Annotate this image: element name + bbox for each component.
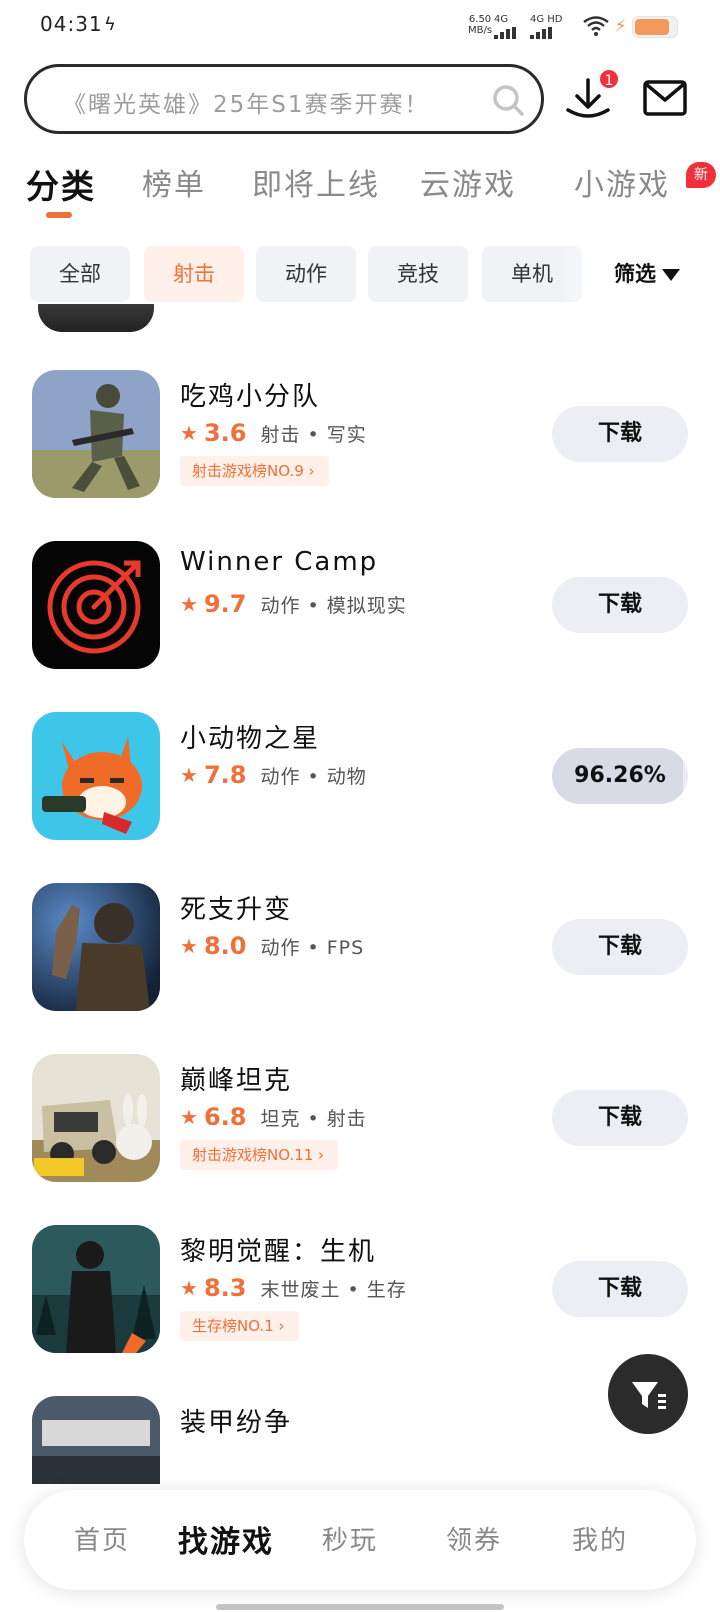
battery-icon (632, 16, 678, 38)
download-button[interactable]: 下载 (552, 1090, 688, 1146)
download-button[interactable]: 下载 (552, 1261, 688, 1317)
rating-row: ★ 3.6 射击 • 写实 (180, 416, 367, 450)
floating-filter-button[interactable] (608, 1354, 688, 1434)
download-button[interactable]: 下载 (552, 406, 688, 462)
nav-coupons[interactable]: 领券 (446, 1520, 502, 1557)
sim2-label: 4G HD (530, 14, 563, 25)
network-speed-unit: MB/s (468, 25, 493, 36)
rank-badge[interactable]: 射击游戏榜NO.9 › (180, 456, 329, 486)
game-score: 6.8 (203, 1103, 247, 1131)
star-icon: ★ (180, 421, 198, 445)
star-icon: ★ (180, 763, 198, 787)
star-icon: ★ (180, 934, 198, 958)
chip-shooter[interactable]: 射击 (144, 246, 244, 302)
star-icon: ★ (180, 1276, 198, 1300)
nav-find-games[interactable]: 找游戏 (178, 1517, 274, 1561)
search-bar[interactable]: 《曙光英雄》25年S1赛季开赛！ (24, 64, 544, 134)
nav-profile[interactable]: 我的 (572, 1520, 628, 1557)
new-badge: 新 (686, 162, 716, 188)
rating-row: ★ 8.0 动作 • FPS (180, 929, 364, 963)
tab-cloud-games[interactable]: 云游戏 (420, 160, 516, 204)
home-indicator (216, 1604, 504, 1610)
category-tabs: 分类 榜单 即将上线 云游戏 小游戏 (0, 160, 720, 220)
game-icon-partial (38, 304, 154, 332)
game-icon-soldier[interactable] (32, 883, 160, 1011)
rating-row: ★ 7.8 动作 • 动物 (180, 758, 367, 792)
game-tags: 坦克 • 射击 (260, 1107, 367, 1130)
nav-instant-play[interactable]: 秒玩 (322, 1520, 378, 1557)
game-tags: 动作 • 模拟现实 (260, 594, 407, 617)
game-item[interactable]: Winner Camp ★ 9.7 动作 • 模拟现实 下载 (0, 541, 720, 681)
chips-fade (560, 246, 620, 304)
game-score: 3.6 (203, 419, 247, 447)
game-tags: 动作 • 动物 (260, 765, 367, 788)
game-icon-target[interactable] (32, 541, 160, 669)
download-button[interactable]: 下载 (552, 577, 688, 633)
status-bar: 04:31 ϟ 6.50 MB/s 4G 4G HD ⚡ (0, 0, 720, 54)
game-icon-fox[interactable] (32, 712, 160, 840)
game-name: 小动物之星 (180, 724, 321, 754)
network-speed: 6.50 MB/s (468, 14, 492, 36)
game-score: 8.0 (203, 932, 247, 960)
game-tags: 动作 • FPS (260, 936, 365, 959)
search-placeholder[interactable]: 《曙光英雄》25年S1赛季开赛！ (63, 85, 430, 119)
filter-button[interactable]: 筛选 (614, 258, 680, 288)
game-score: 9.7 (203, 590, 247, 618)
game-icon-battle[interactable] (32, 370, 160, 498)
tab-ranking[interactable]: 榜单 (142, 160, 206, 204)
chip-all[interactable]: 全部 (30, 246, 130, 302)
star-icon: ★ (180, 592, 198, 616)
game-name: 吃鸡小分队 (180, 382, 321, 412)
filter-label: 筛选 (614, 262, 656, 286)
download-button[interactable]: 下载 (552, 919, 688, 975)
chip-action[interactable]: 动作 (256, 246, 356, 302)
network-speed-value: 6.50 (468, 14, 492, 25)
tab-mini-games[interactable]: 小游戏 (574, 160, 670, 204)
tab-category[interactable]: 分类 (26, 160, 96, 208)
mail-icon[interactable] (642, 78, 688, 118)
game-score: 7.8 (203, 761, 247, 789)
rating-row: ★ 8.3 末世废土 • 生存 (180, 1271, 407, 1305)
rating-row: ★ 9.7 动作 • 模拟现实 (180, 587, 407, 621)
chip-competitive[interactable]: 竞技 (368, 246, 468, 302)
charging-icon: ⚡ (615, 16, 627, 35)
game-item[interactable]: 黎明觉醒：生机 ★ 8.3 末世废土 • 生存 生存榜NO.1 › 下载 (0, 1225, 720, 1365)
rank-badge[interactable]: 生存榜NO.1 › (180, 1311, 299, 1341)
genre-chips: 全部 射击 动作 竞技 单机 筛选 (0, 246, 720, 304)
wifi-icon (583, 16, 609, 36)
game-list: 吃鸡小分队 ★ 3.6 射击 • 写实 射击游戏榜NO.9 › 下载 Winne… (0, 304, 720, 1484)
game-name: 死支升变 (180, 895, 293, 925)
funnel-icon (662, 269, 680, 281)
signal-icon-sim2: 4G HD (530, 14, 563, 39)
status-time: 04:31 (40, 12, 103, 36)
game-name: 巅峰坦克 (180, 1066, 293, 1096)
nav-home[interactable]: 首页 (74, 1520, 130, 1557)
lightning-icon: ϟ (104, 14, 116, 35)
game-icon-panzer[interactable] (32, 1396, 160, 1484)
game-name: 装甲纷争 (180, 1408, 293, 1438)
game-score: 8.3 (203, 1274, 247, 1302)
game-name: Winner Camp (180, 547, 379, 577)
star-icon: ★ (180, 1105, 198, 1129)
rating-row: ★ 6.8 坦克 • 射击 (180, 1100, 367, 1134)
bottom-nav: 首页 找游戏 秒玩 领券 我的 (24, 1490, 696, 1590)
game-tags: 末世废土 • 生存 (260, 1278, 407, 1301)
game-icon-tank[interactable] (32, 1054, 160, 1182)
game-item[interactable]: 吃鸡小分队 ★ 3.6 射击 • 写实 射击游戏榜NO.9 › 下载 (0, 370, 720, 510)
filter-funnel-icon (632, 1382, 666, 1409)
game-item[interactable]: 死支升变 ★ 8.0 动作 • FPS 下载 (0, 883, 720, 1023)
download-badge: 1 (598, 68, 620, 90)
game-icon-survival[interactable] (32, 1225, 160, 1353)
game-item[interactable]: 巅峰坦克 ★ 6.8 坦克 • 射击 射击游戏榜NO.11 › 下载 (0, 1054, 720, 1194)
sim1-label: 4G (494, 14, 509, 25)
download-progress-button[interactable]: 96.26% (552, 748, 688, 804)
search-icon[interactable] (491, 83, 525, 117)
rank-badge[interactable]: 射击游戏榜NO.11 › (180, 1140, 339, 1170)
game-name: 黎明觉醒：生机 (180, 1237, 377, 1267)
game-item[interactable]: 小动物之星 ★ 7.8 动作 • 动物 96.26% (0, 712, 720, 852)
tab-upcoming[interactable]: 即将上线 (252, 160, 380, 204)
active-tab-indicator (46, 212, 72, 218)
signal-icon-sim1: 4G (494, 14, 516, 39)
game-tags: 射击 • 写实 (260, 423, 367, 446)
